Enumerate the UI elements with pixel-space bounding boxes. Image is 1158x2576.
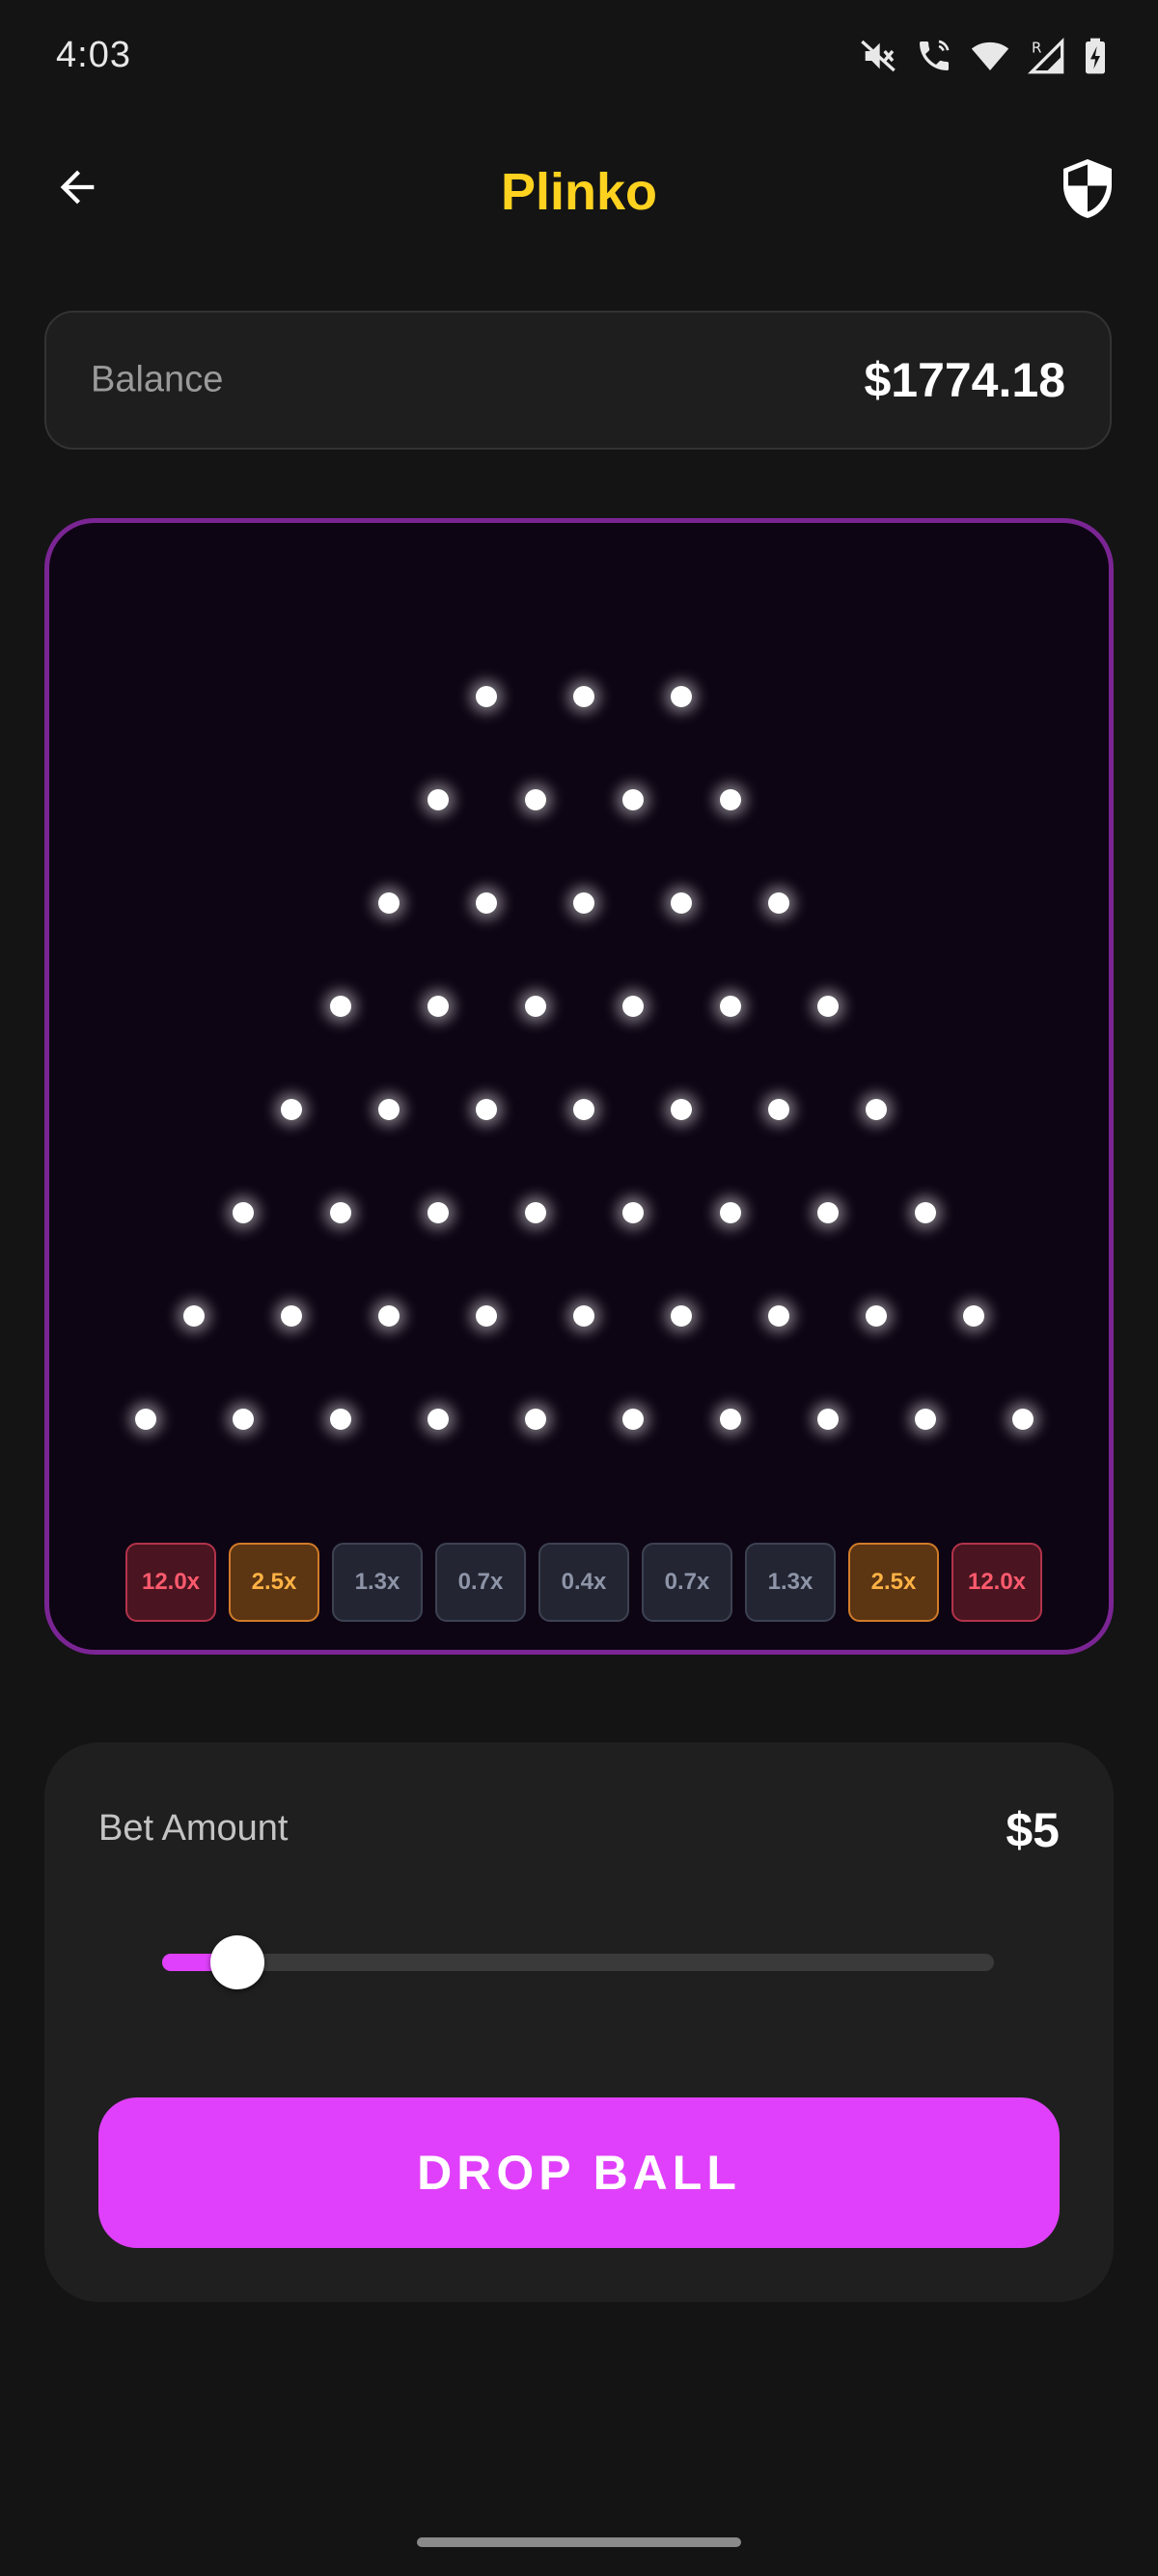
peg [719,996,741,1017]
peg [183,1305,205,1327]
svg-text:R: R [1032,40,1041,57]
peg [768,892,789,914]
plinko-board: 12.0x 2.5x 1.3x 0.7x 0.4x 0.7x 1.3x 2.5x 12.0x [44,518,1114,1655]
peg [573,1099,594,1120]
signal-roaming-icon: R [1027,37,1065,75]
peg [427,1409,449,1430]
peg [378,892,400,914]
peg [963,1305,984,1327]
status-time: 4:03 [56,35,131,75]
peg [476,1099,497,1120]
bet-panel: Bet Amount $5 DROP BALL [44,1742,1114,2302]
slider-thumb[interactable] [209,1935,264,1989]
bet-amount-value: $5 [1006,1803,1060,1857]
peg [573,686,594,707]
peg [476,892,497,914]
peg [719,1202,741,1223]
peg [232,1409,254,1430]
peg [671,1305,692,1327]
multiplier-bucket: 0.4x [538,1543,629,1622]
bet-amount-label: Bet Amount [98,1808,289,1849]
peg [329,996,351,1017]
status-icons: R [859,37,1108,75]
multiplier-bucket: 12.0x [125,1543,216,1622]
balance-value: $1774.18 [864,353,1065,407]
battery-charging-icon [1083,37,1108,75]
multiplier-bucket: 1.3x [745,1543,836,1622]
peg [914,1409,936,1430]
shield-button[interactable] [1054,156,1121,224]
multiplier-bucket: 12.0x [951,1543,1042,1622]
peg [768,1305,789,1327]
peg [621,1409,644,1430]
multiplier-bucket: 1.3x [332,1543,423,1622]
multiplier-bucket: 0.7x [642,1543,732,1622]
peg [621,1202,644,1223]
multiplier-bucket: 2.5x [848,1543,939,1622]
peg [281,1099,302,1120]
peg [914,1202,936,1223]
peg [281,1305,302,1327]
peg [134,1409,156,1430]
peg [671,892,692,914]
peg [573,1305,594,1327]
peg [719,789,741,810]
peg-field [49,523,1109,1650]
wifi-calling-icon [915,37,953,75]
peg [816,996,839,1017]
drop-ball-button[interactable]: DROP BALL [98,2097,1060,2248]
page-title: Plinko [500,163,658,221]
balance-card: Balance $1774.18 [44,311,1112,450]
peg [816,1409,839,1430]
peg [524,996,546,1017]
bet-amount-slider[interactable] [162,1933,994,1991]
peg [573,892,594,914]
peg [621,996,644,1017]
multiplier-buckets: 12.0x 2.5x 1.3x 0.7x 0.4x 0.7x 1.3x 2.5x 12.0x [49,1543,1109,1622]
multiplier-bucket: 0.7x [435,1543,526,1622]
peg [719,1409,741,1430]
peg [866,1099,887,1120]
peg [427,789,449,810]
peg [621,789,644,810]
peg [671,1099,692,1120]
peg [671,686,692,707]
balance-label: Balance [91,359,224,400]
peg [866,1305,887,1327]
peg [329,1202,351,1223]
wifi-icon [971,37,1009,75]
peg [427,996,449,1017]
multiplier-bucket: 2.5x [229,1543,319,1622]
mute-icon [859,37,897,75]
peg [329,1409,351,1430]
peg [427,1202,449,1223]
peg [378,1099,400,1120]
peg [1011,1409,1034,1430]
peg [524,1202,546,1223]
peg [524,789,546,810]
peg [378,1305,400,1327]
peg [524,1409,546,1430]
shield-icon [1059,156,1117,225]
slider-track [162,1954,994,1971]
status-bar: 4:03 R [0,0,1158,116]
peg [816,1202,839,1223]
peg [768,1099,789,1120]
peg [476,686,497,707]
peg [232,1202,254,1223]
gesture-nav-handle [417,2537,741,2547]
peg [476,1305,497,1327]
